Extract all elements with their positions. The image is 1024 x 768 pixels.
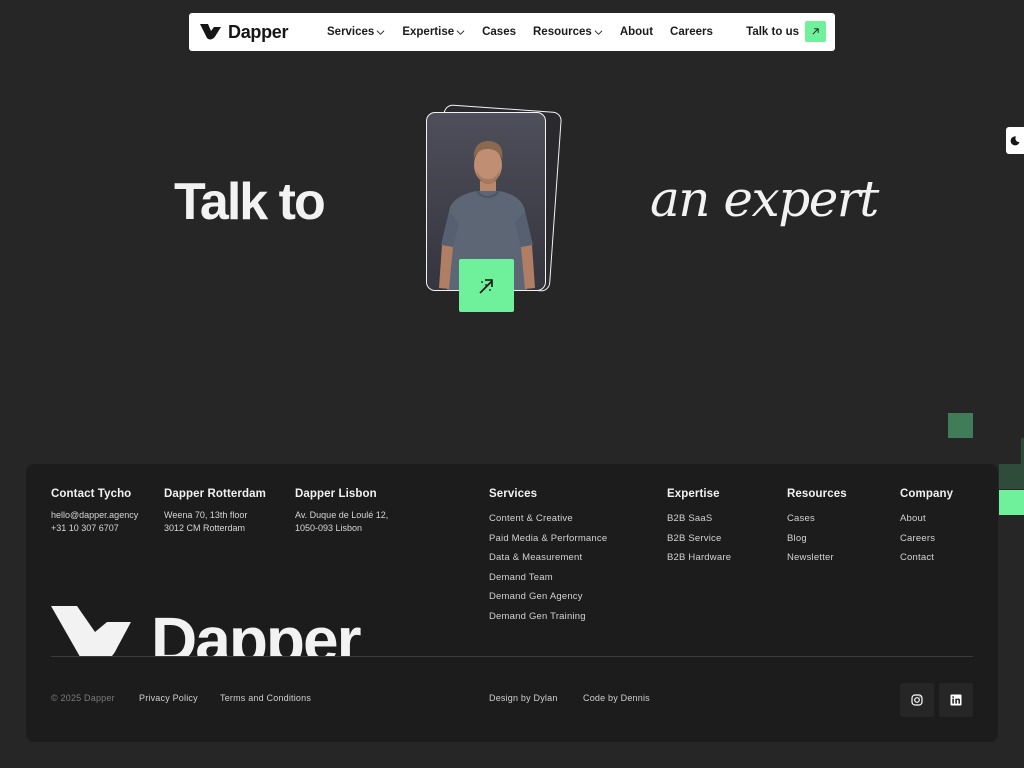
top-navbar: Dapper Services Expertise Cases Resource… bbox=[189, 13, 835, 51]
footer-big-logo: Dapper bbox=[51, 604, 391, 656]
footer-link[interactable]: B2B SaaS bbox=[667, 509, 731, 529]
nav-item-services[interactable]: Services bbox=[327, 26, 385, 38]
footer-heading: Company bbox=[900, 488, 954, 500]
nav-item-expertise[interactable]: Expertise bbox=[402, 26, 465, 38]
address-line: 1050-093 Lisbon bbox=[295, 523, 363, 533]
chevron-down-icon bbox=[594, 29, 603, 35]
copyright: © 2025 Dapper bbox=[51, 693, 115, 703]
footer-heading: Services bbox=[489, 488, 538, 500]
instagram-button[interactable] bbox=[900, 683, 934, 717]
hero-heading-right: an expert bbox=[650, 170, 879, 228]
dapper-logo-icon bbox=[200, 24, 221, 40]
brand-name: Dapper bbox=[228, 22, 289, 42]
chevron-down-icon bbox=[456, 29, 465, 35]
nav-item-label: Cases bbox=[482, 26, 516, 38]
footer-link[interactable]: Contact bbox=[900, 548, 953, 568]
decorative-square bbox=[999, 490, 1024, 515]
privacy-policy-link[interactable]: Privacy Policy bbox=[139, 693, 198, 703]
instagram-icon bbox=[911, 694, 923, 706]
hero-heading-left: Talk to bbox=[174, 173, 326, 231]
cta-label: Talk to us bbox=[746, 25, 799, 38]
address-line: 3012 CM Rotterdam bbox=[164, 523, 246, 533]
footer-services-column: Services Content & Creative Paid Media &… bbox=[489, 488, 607, 627]
address-line: Weena 70, 13th floor bbox=[164, 510, 248, 520]
footer-link[interactable]: B2B Service bbox=[667, 529, 731, 549]
footer-link[interactable]: Paid Media & Performance bbox=[489, 529, 607, 549]
footer-link[interactable]: Careers bbox=[900, 529, 953, 549]
nav-item-cases[interactable]: Cases bbox=[482, 26, 516, 38]
contact-expert-button[interactable] bbox=[459, 259, 514, 312]
footer-link[interactable]: Blog bbox=[787, 529, 847, 549]
footer-expertise-column: Expertise B2B SaaS B2B Service B2B Hardw… bbox=[667, 488, 731, 568]
site-footer: Contact Tycho hello@dapper.agency +31 10… bbox=[26, 464, 998, 742]
footer-link[interactable]: Data & Measurement bbox=[489, 548, 607, 568]
footer-contact-tycho: Contact Tycho hello@dapper.agency +31 10… bbox=[51, 488, 138, 535]
footer-heading: Expertise bbox=[667, 488, 720, 500]
decorative-square bbox=[948, 413, 973, 438]
contact-phone[interactable]: +31 10 307 6707 bbox=[51, 522, 138, 535]
linkedin-button[interactable] bbox=[939, 683, 973, 717]
decorative-square bbox=[999, 464, 1024, 489]
nav-item-careers[interactable]: Careers bbox=[670, 26, 713, 38]
footer-divider bbox=[51, 656, 973, 657]
nav-item-label: Services bbox=[327, 26, 375, 38]
footer-big-brand: Dapper bbox=[151, 604, 361, 656]
footer-link[interactable]: B2B Hardware bbox=[667, 548, 731, 568]
footer-link[interactable]: Demand Gen Training bbox=[489, 607, 607, 627]
nav-item-label: About bbox=[619, 26, 654, 38]
nav-item-resources[interactable]: Resources bbox=[533, 26, 603, 38]
sparkle-arrow-icon bbox=[478, 278, 493, 294]
footer-link[interactable]: Demand Team bbox=[489, 568, 607, 588]
footer-link[interactable]: Content & Creative bbox=[489, 509, 607, 529]
contact-email[interactable]: hello@dapper.agency bbox=[51, 509, 138, 522]
footer-dapper-lisbon: Dapper Lisbon Av. Duque de Loulé 12, 105… bbox=[295, 488, 388, 535]
footer-heading: Dapper Rotterdam bbox=[164, 488, 266, 500]
footer-dapper-rotterdam: Dapper Rotterdam Weena 70, 13th floor 30… bbox=[164, 488, 266, 535]
footer-link[interactable]: Demand Gen Agency bbox=[489, 587, 607, 607]
linkedin-icon bbox=[950, 694, 962, 706]
talk-to-us-button[interactable]: Talk to us bbox=[746, 21, 826, 42]
nav-item-about[interactable]: About bbox=[620, 26, 653, 38]
nav-menu: Services Expertise Cases Resources About… bbox=[327, 13, 713, 51]
footer-company-column: Company About Careers Contact bbox=[900, 488, 953, 568]
moon-icon bbox=[1010, 135, 1020, 145]
chevron-down-icon bbox=[376, 29, 385, 35]
brand-logo[interactable]: Dapper bbox=[200, 22, 289, 43]
design-credit-link[interactable]: Design by Dylan bbox=[489, 693, 558, 703]
footer-heading: Contact Tycho bbox=[51, 488, 132, 500]
terms-link[interactable]: Terms and Conditions bbox=[220, 693, 311, 703]
footer-resources-column: Resources Cases Blog Newsletter bbox=[787, 488, 847, 568]
footer-heading: Dapper Lisbon bbox=[295, 488, 377, 500]
nav-item-label: Expertise bbox=[402, 26, 455, 38]
footer-link[interactable]: Newsletter bbox=[787, 548, 847, 568]
address-line: Av. Duque de Loulé 12, bbox=[295, 510, 389, 520]
footer-link[interactable]: About bbox=[900, 509, 953, 529]
nav-item-label: Resources bbox=[533, 26, 592, 38]
theme-toggle-button[interactable] bbox=[1006, 127, 1024, 154]
code-credit-link[interactable]: Code by Dennis bbox=[583, 693, 650, 703]
arrow-up-right-icon bbox=[805, 21, 826, 42]
footer-heading: Resources bbox=[787, 488, 847, 500]
nav-item-label: Careers bbox=[670, 26, 713, 38]
footer-link[interactable]: Cases bbox=[787, 509, 847, 529]
